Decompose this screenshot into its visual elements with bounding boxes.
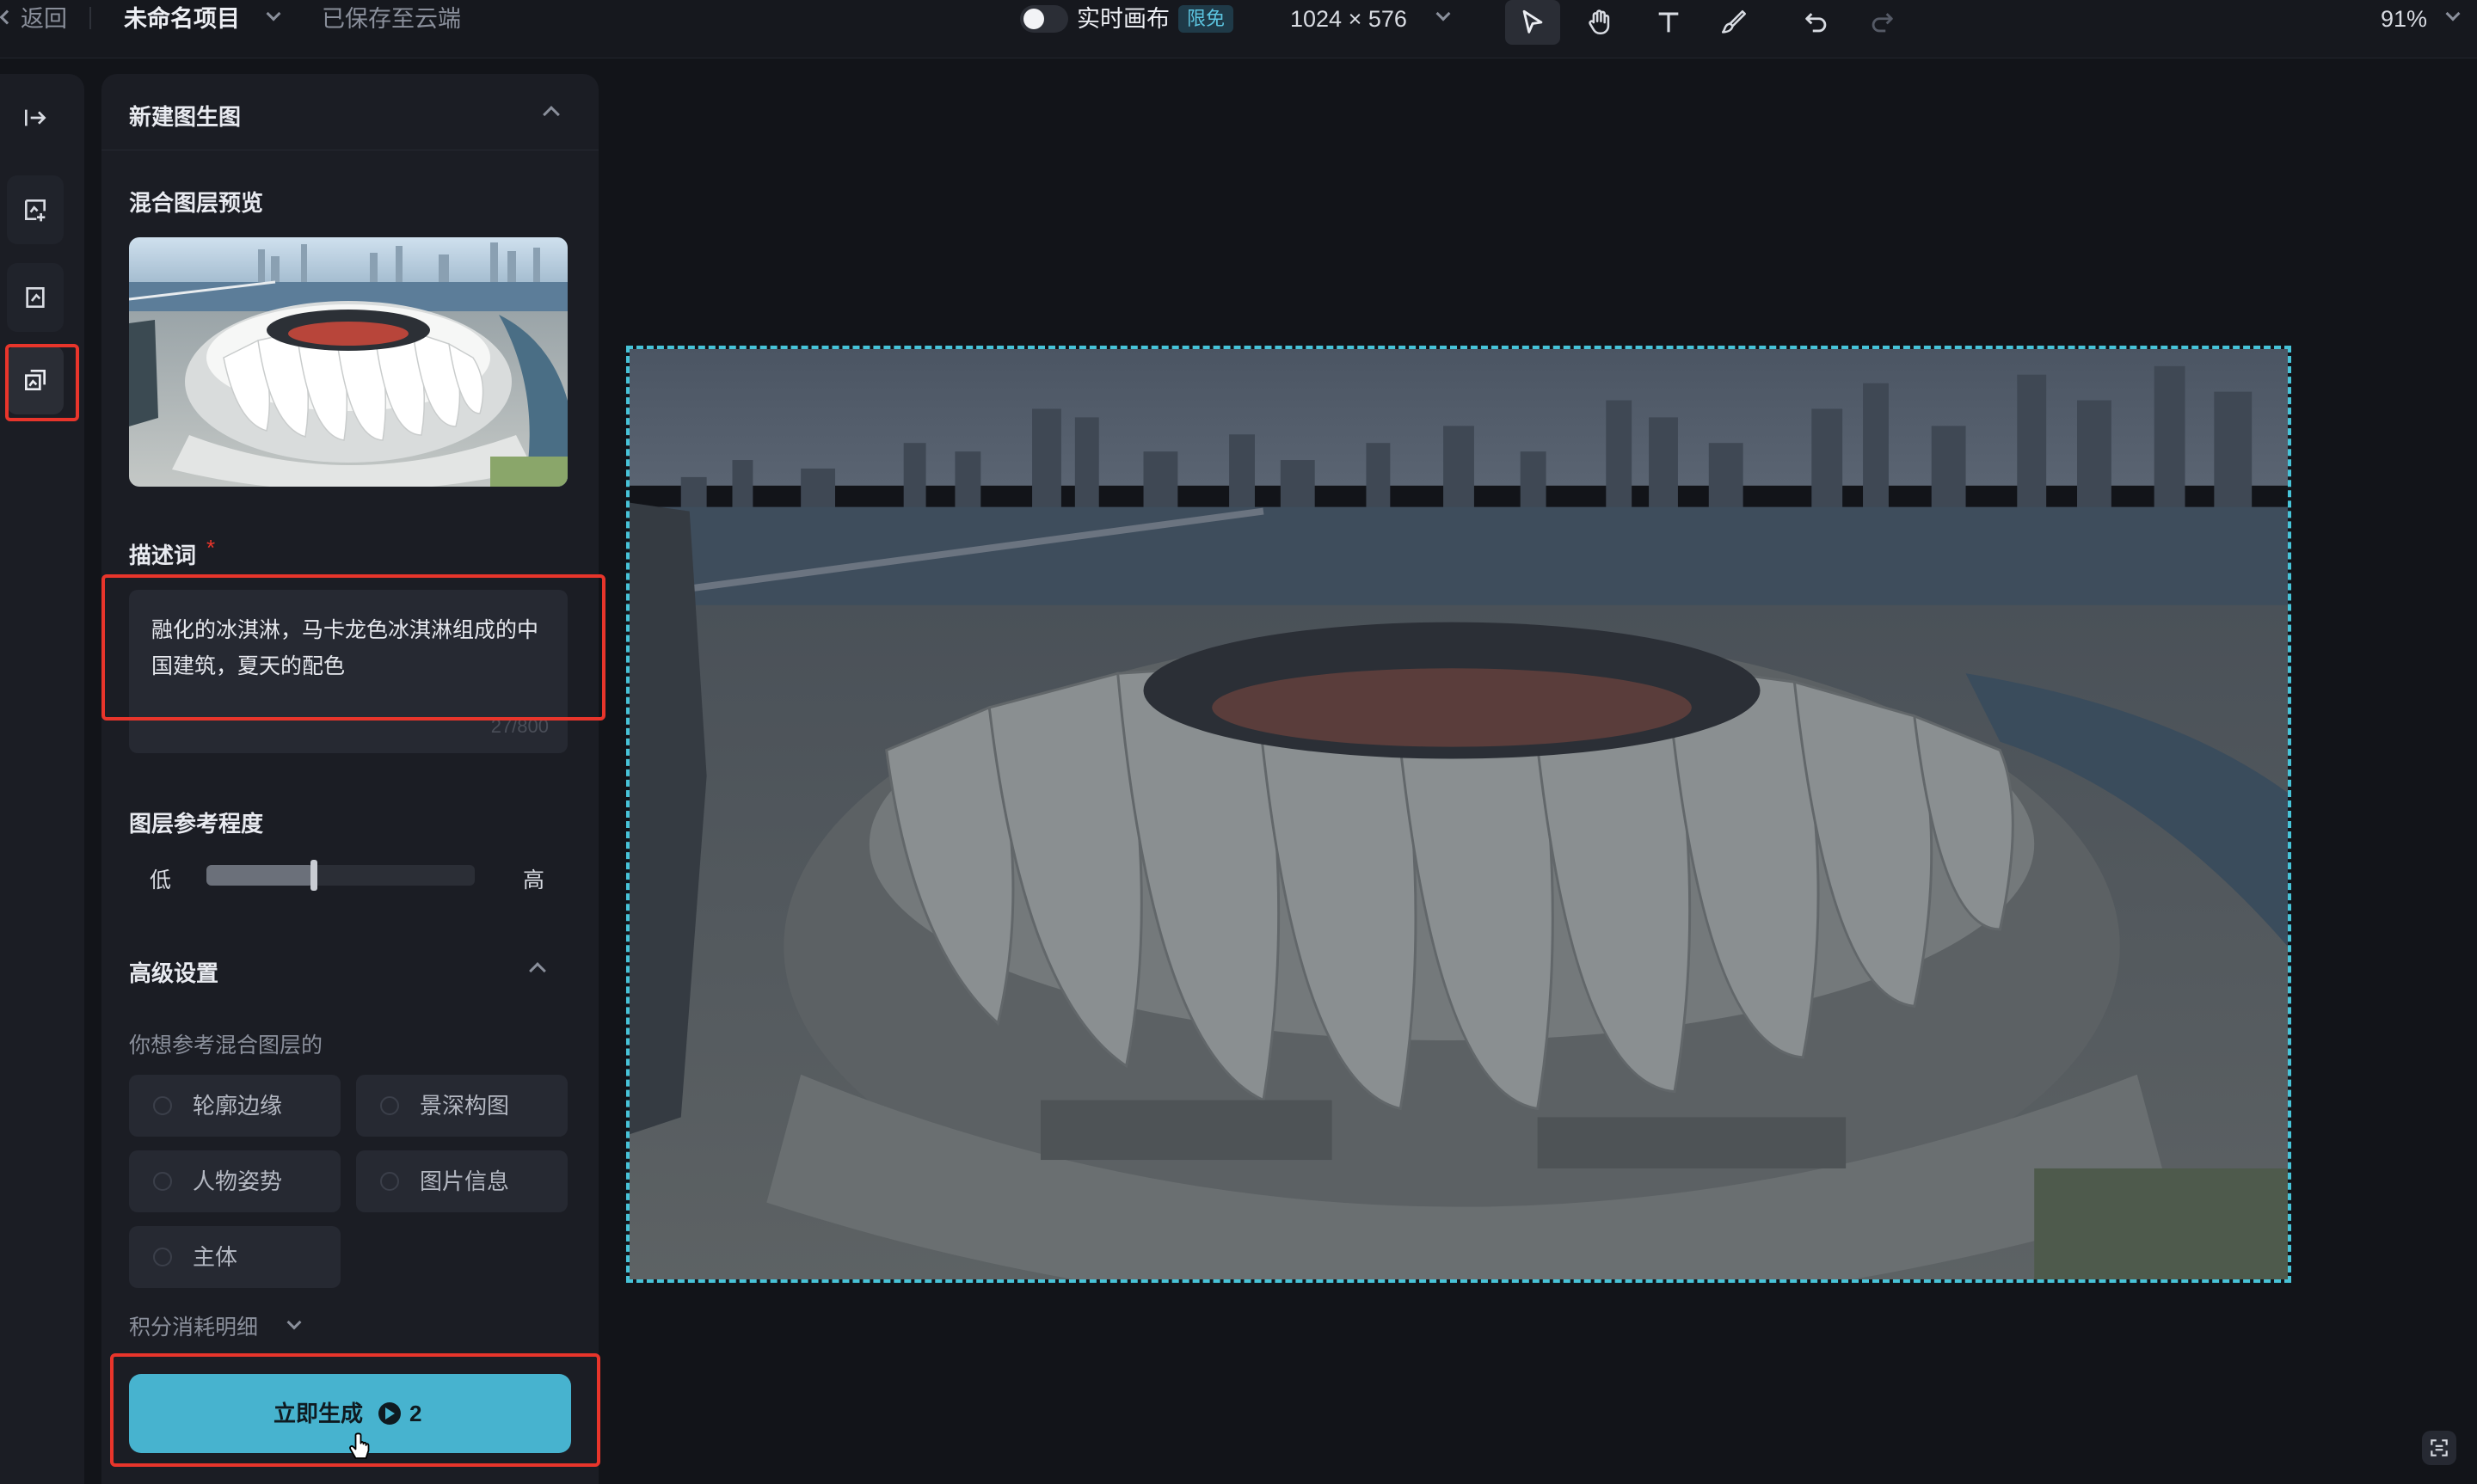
img2img-panel: 新建图生图 混合图层预览 描述词 * 融化的冰淇淋，马卡龙色冰淇淋组成的中国建筑… (101, 74, 605, 1484)
brush-icon (1721, 9, 1747, 34)
option-image-info[interactable]: 图片信息 (356, 1150, 568, 1212)
chevron-up-icon[interactable] (543, 106, 560, 123)
highlight-box (101, 574, 605, 721)
divider (89, 7, 91, 29)
collapse-icon (25, 109, 46, 126)
text-icon (1658, 12, 1679, 33)
left-rail (0, 74, 84, 1484)
radio-icon (380, 1172, 399, 1191)
collapse-panel-button[interactable] (7, 96, 64, 139)
zoom-level: 91% (2381, 6, 2428, 32)
option-outline-edge[interactable]: 轮廓边缘 (129, 1075, 341, 1137)
option-subject[interactable]: 主体 (129, 1226, 341, 1288)
option-label: 轮廓边缘 (193, 1093, 283, 1119)
chevron-down-icon (266, 6, 281, 21)
highlight-box (5, 344, 79, 421)
option-label: 主体 (193, 1244, 238, 1270)
radio-icon (153, 1248, 172, 1266)
free-badge: 限免 (1178, 5, 1234, 33)
brush-tool-button[interactable] (1706, 0, 1761, 45)
chevron-up-icon[interactable] (529, 962, 546, 979)
required-mark: * (206, 535, 216, 561)
reference-label: 图层参考程度 (129, 811, 264, 837)
arrow-left-icon (0, 9, 15, 25)
radio-icon (153, 1096, 172, 1115)
back-label: 返回 (21, 6, 67, 32)
select-tool-button[interactable] (1505, 0, 1560, 45)
credits-detail-toggle[interactable]: 积分消耗明细 (129, 1309, 335, 1343)
fit-screen-button[interactable] (2422, 1431, 2456, 1465)
radio-icon (153, 1172, 172, 1191)
crop-button[interactable] (7, 263, 64, 332)
reference-slider[interactable] (206, 860, 475, 891)
prompt-label: 描述词 (129, 543, 197, 568)
pointer-icon (1522, 9, 1543, 34)
panel-title: 新建图生图 (129, 104, 242, 130)
chevron-down-icon (286, 1315, 302, 1330)
project-name: 未命名项目 (124, 6, 240, 32)
project-name-dropdown[interactable]: 未命名项目 (124, 0, 287, 38)
redo-button[interactable] (1854, 0, 1909, 45)
advanced-label: 高级设置 (129, 960, 219, 986)
radio-icon (380, 1096, 399, 1115)
highlight-box (110, 1353, 600, 1467)
realtime-label: 实时画布 (1077, 6, 1170, 32)
canvas-image (630, 349, 2288, 1279)
add-image-icon (25, 199, 46, 222)
fit-screen-icon (2431, 1439, 2448, 1456)
zoom-dropdown[interactable]: 91% (2374, 0, 2477, 38)
option-depth-composition[interactable]: 景深构图 (356, 1075, 568, 1137)
undo-button[interactable] (1789, 0, 1844, 45)
chevron-down-icon (2445, 6, 2461, 21)
canvas-stage[interactable] (626, 346, 2291, 1283)
save-status: 已保存至云端 (322, 6, 461, 32)
hand-icon (1589, 9, 1610, 35)
advanced-question: 你想参考混合图层的 (129, 1033, 323, 1058)
slider-high-label: 高 (523, 868, 545, 892)
slider-thumb[interactable] (310, 860, 317, 891)
undo-icon (1805, 13, 1827, 33)
back-button[interactable]: 返回 (0, 0, 77, 38)
slider-low-label: 低 (150, 868, 172, 892)
credits-detail-label: 积分消耗明细 (129, 1315, 259, 1340)
toggle-knob (1023, 9, 1044, 29)
option-human-pose[interactable]: 人物姿势 (129, 1150, 341, 1212)
canvas-size: 1024 × 576 (1290, 6, 1407, 32)
crop-icon (26, 287, 45, 308)
redo-icon (1872, 13, 1893, 33)
option-label: 人物姿势 (193, 1168, 283, 1194)
add-image-button[interactable] (7, 175, 64, 244)
blend-preview-image (129, 237, 568, 487)
option-label: 景深构图 (420, 1093, 510, 1119)
option-label: 图片信息 (420, 1168, 510, 1194)
preview-label: 混合图层预览 (129, 190, 264, 216)
realtime-toggle[interactable] (1020, 5, 1068, 33)
canvas-size-dropdown[interactable]: 1024 × 576 (1290, 0, 1462, 38)
slider-fill (206, 865, 314, 886)
top-toolbar: 返回 未命名项目 已保存至云端 实时画布 限免 1024 × 576 91% (0, 0, 2477, 58)
text-tool-button[interactable] (1641, 0, 1696, 45)
chevron-down-icon (1435, 6, 1451, 21)
hand-tool-button[interactable] (1572, 0, 1627, 45)
